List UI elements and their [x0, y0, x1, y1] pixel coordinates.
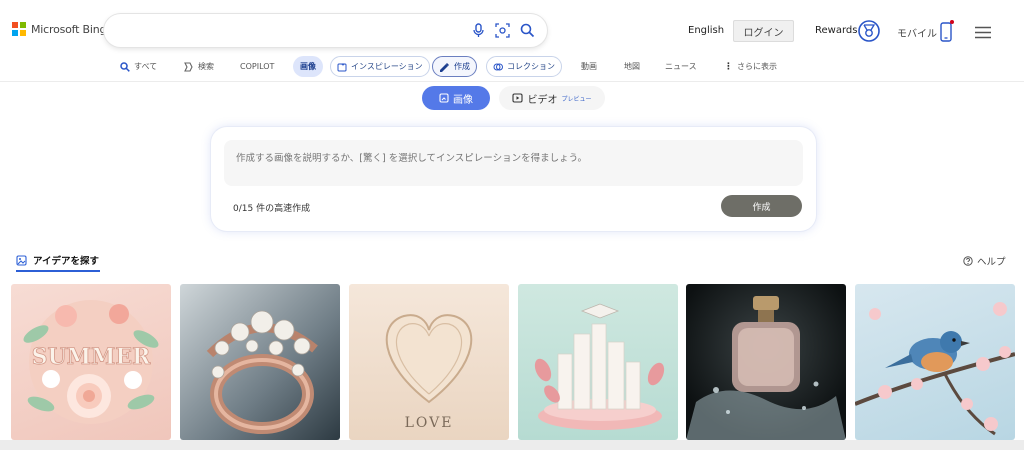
header: Microsoft Bing English ログイン Rewards モバイル…	[0, 0, 1024, 82]
boost-counter: 0/15 件の高速作成	[233, 204, 311, 214]
search-icon[interactable]	[519, 22, 536, 39]
mobile-phone-icon[interactable]	[940, 20, 954, 42]
search-icon	[120, 61, 130, 72]
language-link[interactable]: English	[688, 25, 724, 36]
nav-item-maps[interactable]: 地図	[618, 56, 646, 77]
search-input[interactable]	[120, 22, 460, 39]
idea-tile-paper-heart[interactable]: LOVE	[349, 284, 509, 440]
inspiration-icon	[337, 62, 347, 71]
microphone-icon[interactable]	[470, 22, 487, 39]
nav-item-news[interactable]: ニュース	[659, 56, 703, 77]
nav-item-copilot[interactable]: COPILOT	[234, 56, 280, 77]
login-button[interactable]: ログイン	[733, 20, 794, 42]
image-create-icon	[439, 93, 449, 103]
nav-item-all[interactable]: すべて	[114, 56, 163, 77]
collection-icon	[493, 63, 503, 70]
idea-tile-bird-blossom[interactable]	[855, 284, 1015, 440]
nav-item-create[interactable]: 作成	[432, 56, 477, 77]
mobile-link[interactable]: モバイル	[897, 25, 937, 40]
bing-logo[interactable]: Microsoft Bing	[12, 22, 107, 36]
create-icon	[440, 62, 449, 72]
logo-text: Microsoft Bing	[31, 22, 107, 36]
idea-tile-pearl-ring[interactable]	[180, 284, 340, 440]
gallery-icon	[16, 254, 27, 266]
search-box[interactable]	[104, 14, 547, 47]
video-icon	[512, 93, 524, 103]
idea-tile-graduation-city[interactable]	[518, 284, 678, 440]
active-tab-underline	[16, 270, 100, 272]
tile-label-summer: SUMMER	[32, 344, 152, 370]
video-mode-button[interactable]: ビデオ プレビュー	[499, 86, 605, 110]
image-mode-button[interactable]: 画像	[422, 86, 490, 110]
nav-item-more[interactable]: ⋮ さらに表示	[718, 56, 783, 77]
nav-item-inspiration[interactable]: インスピレーション	[330, 56, 430, 77]
nav-item-search[interactable]: 検索	[177, 56, 220, 77]
horizontal-scrollbar[interactable]	[0, 440, 1024, 450]
rewards-medal-icon[interactable]	[858, 20, 880, 42]
create-panel: 0/15 件の高速作成 作成	[211, 127, 816, 231]
more-dots-icon: ⋮	[724, 61, 733, 72]
ideas-grid: SUMMER LOVE	[11, 284, 1015, 440]
help-icon	[963, 256, 973, 266]
nav-item-collection[interactable]: コレクション	[486, 56, 562, 77]
rewards-link[interactable]: Rewards	[815, 25, 857, 36]
hamburger-menu-icon[interactable]	[975, 24, 991, 39]
create-button[interactable]: 作成	[721, 195, 802, 217]
visual-search-icon[interactable]	[494, 22, 511, 39]
help-link[interactable]: ヘルプ	[963, 254, 1006, 268]
tile-label-love: LOVE	[405, 415, 454, 431]
preview-badge: プレビュー	[561, 95, 592, 103]
prompt-input[interactable]	[224, 140, 803, 186]
idea-tile-perfume[interactable]	[686, 284, 846, 440]
copilot-icon	[184, 61, 193, 72]
tab-explore-ideas[interactable]: アイデアを探す	[16, 253, 99, 267]
nav-item-videos[interactable]: 動画	[575, 56, 603, 77]
nav-item-images[interactable]: 画像	[293, 56, 323, 77]
scope-nav: すべて 検索 COPILOT 画像 インスピレーション 作成 コレクション 動画…	[0, 56, 1024, 78]
idea-tile-summer-flowers[interactable]: SUMMER	[11, 284, 171, 440]
microsoft-logo-icon	[12, 22, 26, 36]
